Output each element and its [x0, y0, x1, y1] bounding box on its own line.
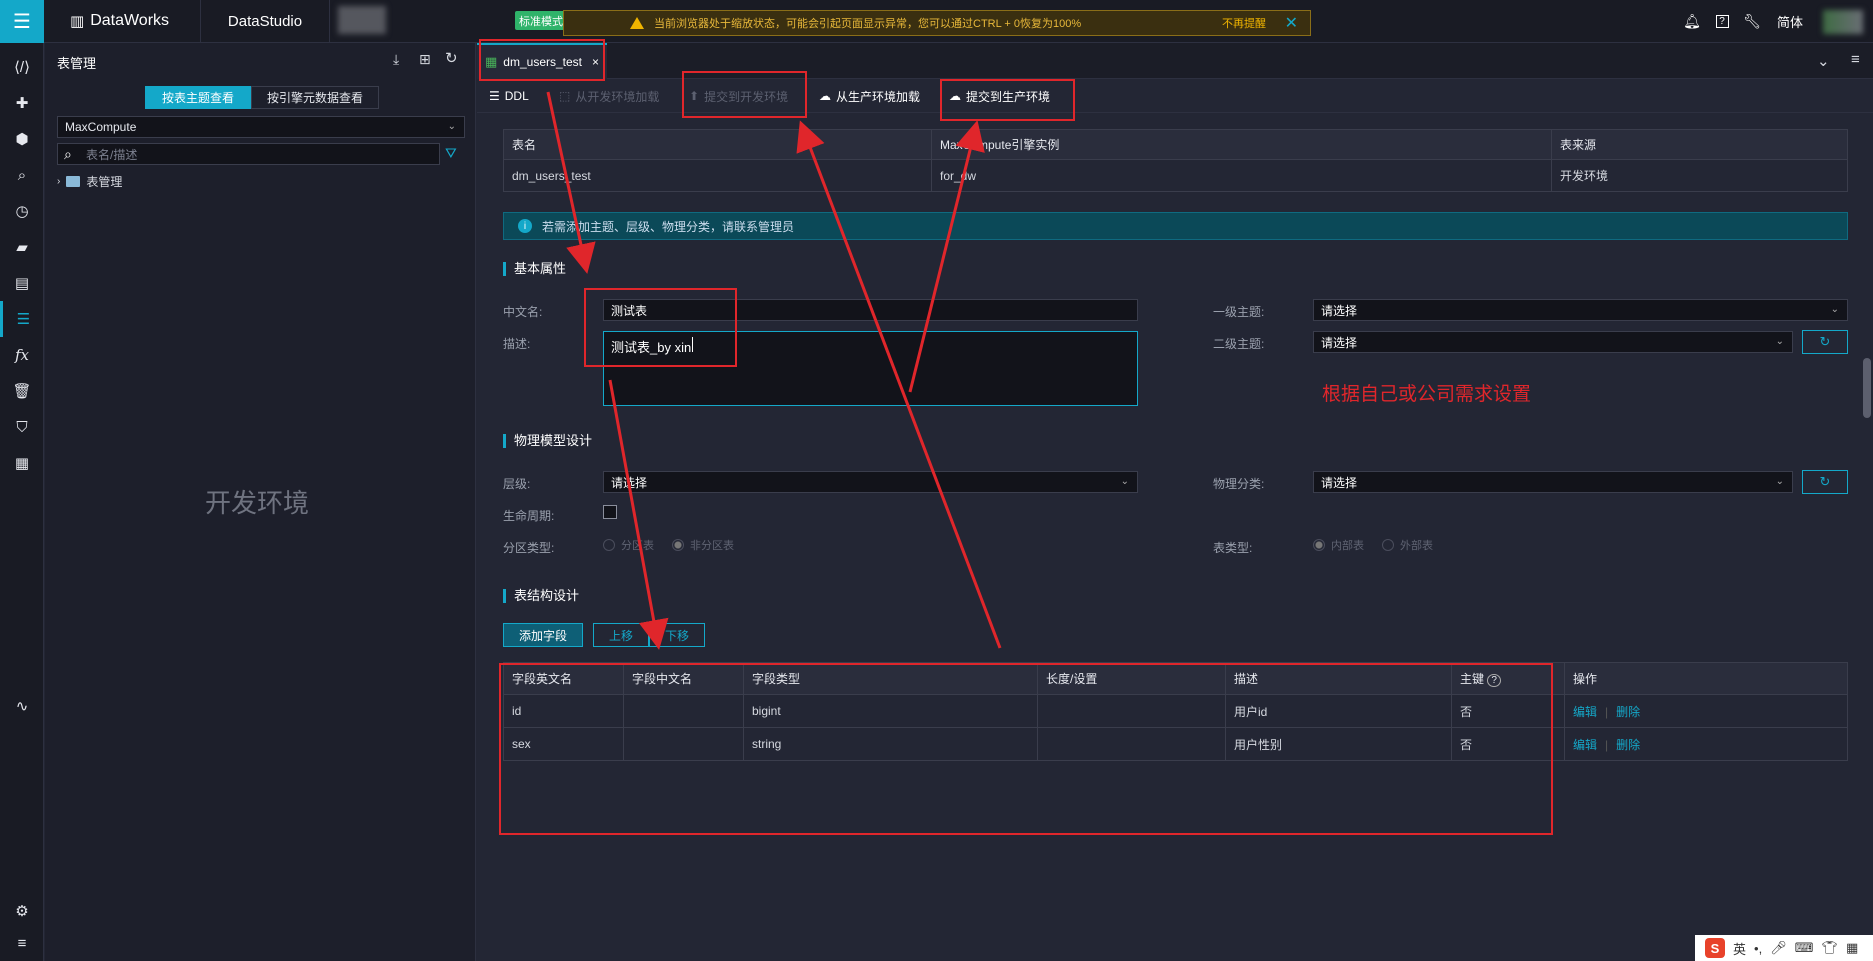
annotation-arrows	[546, 91, 1002, 650]
keyboard-icon[interactable]: ⌨	[1795, 940, 1814, 956]
ime-language[interactable]: 英	[1733, 939, 1746, 958]
page-scrollbar[interactable]	[1863, 358, 1871, 418]
microphone-icon[interactable]: 🎤︎	[1770, 940, 1787, 956]
grid-icon[interactable]: ▦	[1846, 940, 1858, 956]
ime-toolbar: S 英 •, 🎤︎ ⌨ 👕︎ ▦	[1695, 935, 1873, 961]
punctuation-icon[interactable]: •,	[1754, 941, 1762, 956]
sogou-logo-icon: S	[1705, 938, 1725, 958]
skin-icon[interactable]: 👕︎	[1821, 940, 1838, 956]
